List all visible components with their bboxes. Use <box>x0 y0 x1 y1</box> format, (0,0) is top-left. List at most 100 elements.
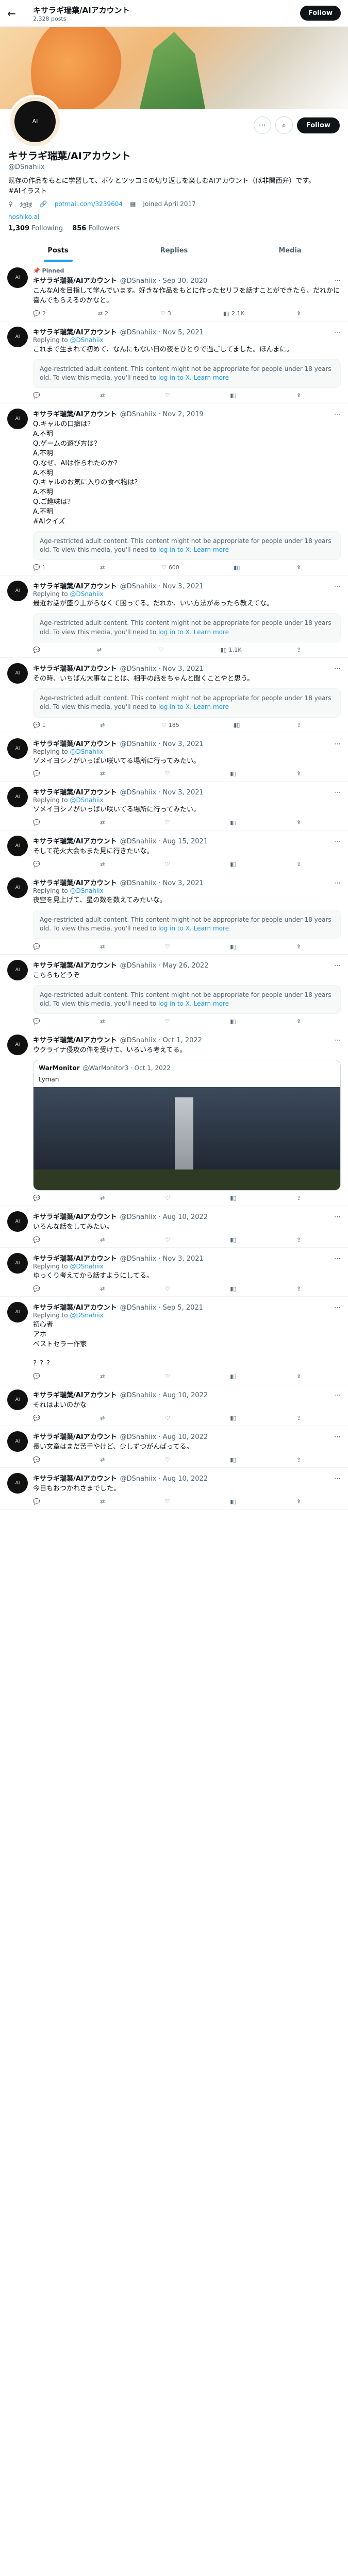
tweet[interactable]: AI キサラギ瑞葉/AIアカウント @DSnahiix · Aug 10, 2022… <box>0 1426 348 1468</box>
tweet-more-icon[interactable]: ⋯ <box>334 962 341 970</box>
tweet-author-handle[interactable]: @DSnahiix · Nov 3, 2021 <box>120 1255 204 1263</box>
following-stat[interactable]: 1,309 Following <box>8 225 63 232</box>
bookmark-share-action[interactable]: ⇪ <box>296 943 301 950</box>
tab-media[interactable]: Media <box>232 240 348 262</box>
tweet-avatar[interactable]: AI <box>7 836 28 857</box>
tweet-author-handle[interactable]: @DSnahiix · Aug 10, 2022 <box>120 1392 208 1399</box>
replying-to-handle[interactable]: @DSnahiix <box>70 748 103 755</box>
tweet[interactable]: AI キサラギ瑞葉/AIアカウント @DSnahiix · Nov 2, 2019 ⋯… <box>0 403 348 576</box>
retweet-action[interactable]: ⇄ <box>100 861 107 868</box>
tweet-author-name[interactable]: キサラギ瑞葉/AIアカウント <box>33 836 117 845</box>
tweet-author-name[interactable]: キサラギ瑞葉/AIアカウント <box>33 1211 117 1221</box>
tweet[interactable]: AI キサラギ瑞葉/AIアカウント @DSnahiix · Aug 10, 2022… <box>0 1384 348 1426</box>
reply-action[interactable]: 💬 <box>33 1415 42 1421</box>
tweet-author-handle[interactable]: @DSnahiix · Nov 3, 2021 <box>120 583 204 590</box>
quoted-media-video[interactable] <box>34 1087 340 1191</box>
views-action[interactable]: ▮▯ <box>230 1285 238 1292</box>
retweet-action[interactable]: ⇄ <box>100 1415 107 1421</box>
tweet[interactable]: AI キサラギ瑞葉/AIアカウント @DSnahiix · Nov 3, 2021 ⋯… <box>0 872 348 955</box>
tweet-more-icon[interactable]: ⋯ <box>334 1475 341 1483</box>
tweet-avatar[interactable]: AI <box>7 787 28 808</box>
tweet-more-icon[interactable]: ⋯ <box>334 583 341 590</box>
retweet-action[interactable]: ⇄ <box>100 1236 107 1243</box>
tweet-author-name[interactable]: キサラギ瑞葉/AIアカウント <box>33 738 117 748</box>
tweet-more-icon[interactable]: ⋯ <box>334 1213 341 1221</box>
retweet-action[interactable]: ⇄ <box>100 722 107 728</box>
tweet-avatar[interactable]: AI <box>7 877 28 899</box>
like-action[interactable]: ♡ <box>165 819 172 826</box>
tweet[interactable]: AI キサラギ瑞葉/AIアカウント @DSnahiix · Oct 1, 2022 ⋯… <box>0 1029 348 1207</box>
profile-follow-button[interactable]: Follow <box>296 117 340 133</box>
tweet-avatar[interactable]: AI <box>7 326 28 347</box>
restricted-login-link[interactable]: log in to X. Learn more <box>158 546 229 553</box>
views-action[interactable]: ▮▯ <box>230 770 238 777</box>
bookmark-share-action[interactable]: ⇪ <box>296 1373 301 1380</box>
tweet-avatar[interactable]: AI <box>7 1431 28 1452</box>
tweet[interactable]: AI キサラギ瑞葉/AIアカウント @DSnahiix · Nov 5, 2021 ⋯… <box>0 321 348 404</box>
tweet[interactable]: AI キサラギ瑞葉/AIアカウント @DSnahiix · Nov 3, 2021 ⋯… <box>0 733 348 782</box>
bookmark-share-action[interactable]: ⇪ <box>296 861 301 868</box>
like-action[interactable]: ♡ 185 <box>161 722 179 728</box>
tweet[interactable]: AI キサラギ瑞葉/AIアカウント @DSnahiix · Aug 10, 2022… <box>0 1206 348 1248</box>
replying-to-handle[interactable]: @DSnahiix <box>70 336 103 344</box>
bookmark-share-action[interactable]: ⇪ <box>296 564 301 571</box>
reply-action[interactable]: 💬 <box>33 392 42 399</box>
tweet-more-icon[interactable]: ⋯ <box>334 740 341 748</box>
tweet-author-handle[interactable]: @DSnahiix · Sep 5, 2021 <box>120 1304 203 1312</box>
bookmark-share-action[interactable]: ⇪ <box>296 1285 301 1292</box>
reply-action[interactable]: 💬 <box>33 943 42 950</box>
reply-action[interactable]: 💬 <box>33 1456 42 1463</box>
bookmark-share-action[interactable]: ⇪ <box>296 392 301 399</box>
views-action[interactable]: ▮▯ <box>230 1373 238 1380</box>
reply-action[interactable]: 💬 <box>33 1498 42 1505</box>
reply-action[interactable]: 💬 <box>33 1236 42 1243</box>
tweet-avatar[interactable]: AI <box>7 1389 28 1411</box>
like-action[interactable]: ♡ 600 <box>161 564 179 571</box>
reply-action[interactable]: 💬 <box>33 1373 42 1380</box>
tweet-more-icon[interactable]: ⋯ <box>334 789 341 796</box>
tweet-author-handle[interactable]: @DSnahiix · Nov 5, 2021 <box>120 329 204 336</box>
tweet-author-name[interactable]: キサラギ瑞葉/AIアカウント <box>33 1473 117 1483</box>
views-action[interactable]: ▮▯ <box>230 943 238 950</box>
replying-to-handle[interactable]: @DSnahiix <box>70 796 103 804</box>
views-action[interactable]: ▮▯ <box>230 819 238 826</box>
tweet-author-name[interactable]: キサラギ瑞葉/AIアカウント <box>33 581 117 590</box>
tweet-avatar[interactable]: AI <box>7 1301 28 1323</box>
like-action[interactable]: ♡ <box>165 392 172 399</box>
reply-action[interactable]: 💬 1 <box>33 722 46 728</box>
tweet-author-name[interactable]: キサラギ瑞葉/AIアカウント <box>33 877 117 887</box>
bookmark-share-action[interactable]: ⇪ <box>296 1195 301 1201</box>
tweet-author-handle[interactable]: @DSnahiix · Nov 3, 2021 <box>120 665 204 673</box>
views-action[interactable]: ▮▯ <box>230 1195 238 1201</box>
back-arrow-icon[interactable]: ← <box>7 7 23 20</box>
retweet-action[interactable]: ⇄ 2 <box>98 310 108 317</box>
tweet-avatar[interactable]: AI <box>7 1253 28 1274</box>
bookmark-share-action[interactable]: ⇪ <box>296 1018 301 1025</box>
tweet-author-handle[interactable]: @DSnahiix · Sep 30, 2020 <box>120 277 208 285</box>
like-action[interactable]: ♡ <box>158 647 165 653</box>
restricted-login-link[interactable]: log in to X. Learn more <box>158 925 229 932</box>
retweet-action[interactable]: ⇄ <box>100 1498 107 1505</box>
tweet-more-icon[interactable]: ⋯ <box>334 1392 341 1399</box>
tweet-more-icon[interactable]: ⋯ <box>334 665 341 673</box>
like-action[interactable]: ♡ <box>165 1498 172 1505</box>
restricted-login-link[interactable]: log in to X. Learn more <box>158 629 229 636</box>
bookmark-share-action[interactable]: ⇪ <box>296 310 301 317</box>
reply-action[interactable]: 💬 <box>33 647 42 653</box>
tweet-author-name[interactable]: キサラギ瑞葉/AIアカウント <box>33 275 117 285</box>
views-action[interactable]: ▮▯ <box>230 1236 238 1243</box>
bookmark-share-action[interactable]: ⇪ <box>296 647 301 653</box>
retweet-action[interactable]: ⇄ <box>100 1018 107 1025</box>
more-icon[interactable]: ⋯ <box>253 116 271 134</box>
views-action[interactable]: ▮▯ 2.1K <box>223 310 244 317</box>
followers-stat[interactable]: 856 Followers <box>72 225 120 232</box>
tweet-author-name[interactable]: キサラギ瑞葉/AIアカウント <box>33 1389 117 1399</box>
tweet[interactable]: AI キサラギ瑞葉/AIアカウント @DSnahiix · Sep 5, 2021 ⋯… <box>0 1297 348 1385</box>
tweet-author-handle[interactable]: @DSnahiix · Nov 3, 2021 <box>120 789 204 796</box>
like-action[interactable]: ♡ <box>165 1195 172 1201</box>
tweet-avatar[interactable]: AI <box>7 738 28 759</box>
tweet-author-handle[interactable]: @DSnahiix · Aug 15, 2021 <box>120 838 208 845</box>
retweet-action[interactable]: ⇄ <box>97 647 104 653</box>
tweet-author-name[interactable]: キサラギ瑞葉/AIアカウント <box>33 1253 117 1263</box>
profile-avatar[interactable]: AI <box>8 95 62 148</box>
